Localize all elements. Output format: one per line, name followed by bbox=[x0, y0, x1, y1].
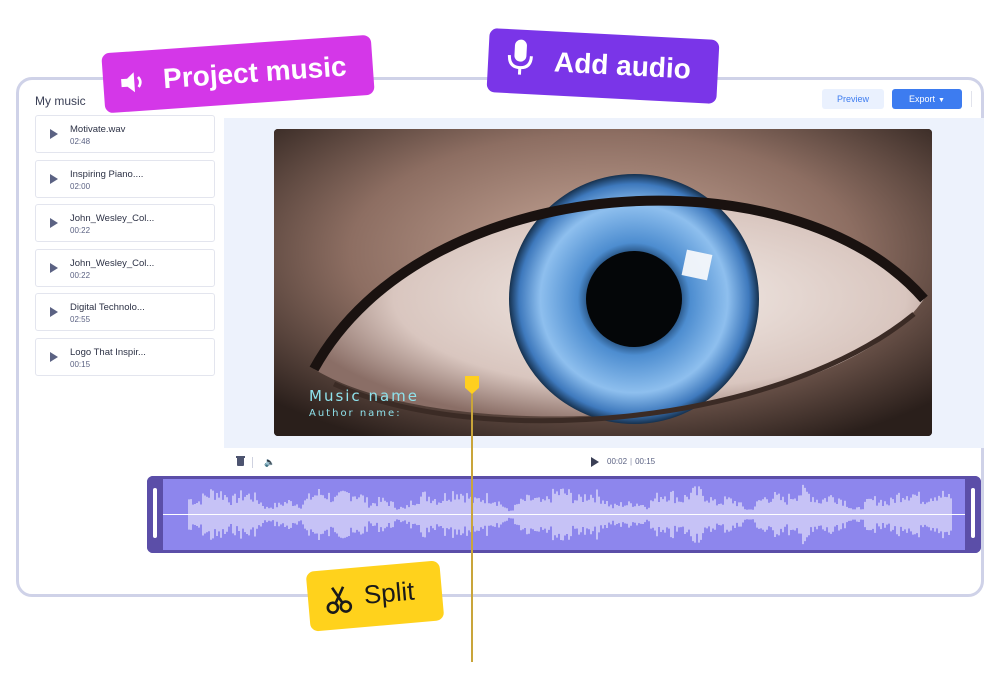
track-duration: 00:22 bbox=[70, 270, 91, 280]
track-duration: 02:48 bbox=[70, 137, 91, 146]
project-music-text: Project music bbox=[162, 50, 348, 95]
track-duration: 00:15 bbox=[70, 359, 91, 369]
track-item[interactable]: Motivate.wav 02:48 bbox=[35, 115, 215, 153]
play-icon[interactable] bbox=[50, 218, 58, 229]
sidebar-title: My music bbox=[35, 94, 86, 108]
play-icon[interactable] bbox=[50, 351, 58, 362]
track-name: John_Wesley_Col... bbox=[70, 257, 155, 269]
split-label[interactable]: Split bbox=[305, 560, 445, 632]
video-title-overlay: Music name bbox=[309, 387, 419, 405]
audio-waveform-track[interactable] bbox=[147, 476, 981, 553]
play-icon[interactable] bbox=[50, 173, 58, 184]
preview-area: Music name Author name: bbox=[224, 118, 984, 448]
video-author-overlay: Author name: bbox=[309, 408, 402, 419]
track-item[interactable]: Inspiring Piano.... 02:00 bbox=[35, 159, 215, 198]
track-duration: 02:55 bbox=[70, 315, 91, 325]
music-list: Motivate.wav 02:48 Inspiring Piano.... 0… bbox=[35, 115, 215, 383]
volume-icon[interactable]: 🔈 bbox=[264, 457, 275, 468]
trash-icon[interactable] bbox=[236, 456, 245, 466]
controls-divider bbox=[252, 457, 253, 468]
track-item[interactable]: John_Wesley_Col... 00:22 bbox=[35, 248, 215, 287]
export-button[interactable]: Export ▼ bbox=[892, 89, 962, 109]
track-duration: 00:22 bbox=[70, 226, 91, 236]
track-item[interactable]: Digital Technolo... 02:55 bbox=[35, 293, 215, 332]
track-item[interactable]: John_Wesley_Col... 00:22 bbox=[35, 204, 215, 243]
add-audio-label: Add audio bbox=[486, 28, 720, 104]
preview-button[interactable]: Preview bbox=[822, 89, 884, 109]
add-audio-text: Add audio bbox=[553, 46, 692, 85]
waveform bbox=[163, 484, 965, 545]
play-icon[interactable] bbox=[50, 129, 58, 139]
microphone-icon bbox=[507, 39, 533, 75]
play-icon[interactable] bbox=[50, 262, 58, 273]
track-name: Digital Technolo... bbox=[70, 302, 145, 314]
export-label: Export bbox=[909, 94, 936, 104]
trim-handle-right[interactable] bbox=[965, 476, 981, 553]
scissors-icon bbox=[326, 586, 353, 615]
track-name: Logo That Inspir... bbox=[70, 346, 146, 358]
time-separator: | bbox=[630, 457, 633, 466]
chevron-down-icon: ▼ bbox=[938, 97, 945, 104]
play-button[interactable] bbox=[591, 457, 599, 467]
toolbar-divider bbox=[971, 91, 972, 107]
track-name: John_Wesley_Col... bbox=[70, 213, 155, 225]
total-time: 00:15 bbox=[635, 457, 656, 466]
track-duration: 02:00 bbox=[70, 181, 91, 191]
track-item[interactable]: Logo That Inspir... 00:15 bbox=[35, 337, 215, 376]
split-text: Split bbox=[362, 575, 416, 610]
track-name: Motivate.wav bbox=[70, 124, 126, 135]
play-icon[interactable] bbox=[50, 307, 58, 318]
time-display: 00:02 | 00:15 bbox=[607, 457, 655, 466]
current-time: 00:02 bbox=[607, 457, 628, 466]
track-name: Inspiring Piano.... bbox=[70, 168, 144, 180]
player-controls: 🔈 00:02 | 00:15 bbox=[224, 448, 984, 476]
video-preview[interactable]: Music name Author name: bbox=[274, 129, 932, 436]
speaker-icon bbox=[121, 72, 142, 93]
playhead-line[interactable] bbox=[471, 392, 473, 662]
trim-handle-left[interactable] bbox=[147, 476, 163, 553]
